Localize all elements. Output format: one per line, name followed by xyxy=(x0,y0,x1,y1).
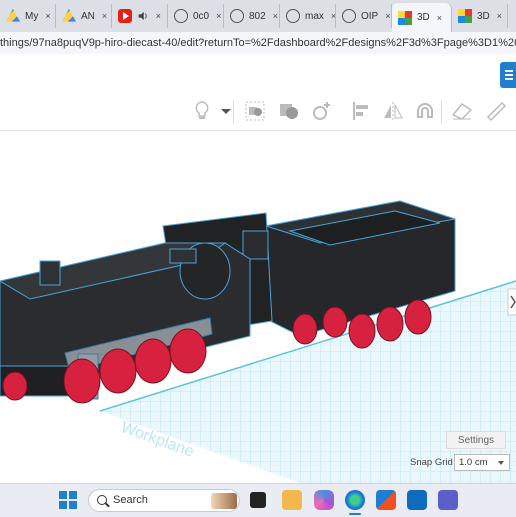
close-tab-icon[interactable]: × xyxy=(216,11,221,21)
edge-icon[interactable] xyxy=(345,490,365,510)
browser-tab-active[interactable]: 3D × xyxy=(392,3,452,32)
drive-icon xyxy=(6,9,20,22)
browser-tab-9[interactable]: 3D × xyxy=(452,4,508,28)
align-left-icon[interactable] xyxy=(349,99,373,123)
magnet-icon[interactable] xyxy=(413,99,437,123)
ungroup-icon[interactable] xyxy=(277,99,301,123)
align-icon[interactable] xyxy=(311,99,335,123)
url-text: things/97na8puqV9p-hiro-diecast-40/edit?… xyxy=(0,37,516,49)
address-bar[interactable]: things/97na8puqV9p-hiro-diecast-40/edit?… xyxy=(0,32,516,55)
view-cube-collapse-icon[interactable] xyxy=(507,288,516,316)
menu-button[interactable] xyxy=(500,62,516,88)
tinkercad-icon xyxy=(458,9,472,23)
speaker-icon[interactable] xyxy=(137,9,149,23)
tab-label: OIP xyxy=(361,10,379,22)
browser-tab-5[interactable]: 802 × xyxy=(224,4,280,28)
snap-grid-label: Snap Grid xyxy=(410,457,453,468)
mirror-icon[interactable] xyxy=(381,99,405,123)
tab-label: AN xyxy=(81,10,95,22)
globe-icon xyxy=(342,9,356,23)
globe-icon xyxy=(230,9,244,23)
browser-tab-3[interactable]: × xyxy=(112,4,168,28)
search-label: Search xyxy=(113,494,148,506)
close-tab-icon[interactable]: × xyxy=(156,11,161,21)
copilot-icon[interactable] xyxy=(314,490,334,510)
drive-icon xyxy=(62,9,76,22)
lightbulb-icon[interactable] xyxy=(190,99,214,123)
settings-button[interactable]: Settings xyxy=(446,431,506,449)
teams-icon[interactable] xyxy=(438,490,458,510)
browser-tab-bar: My × AN × × 0c0 × 802 × max × OIP × 3D ×… xyxy=(0,0,516,32)
browser-tab-2[interactable]: AN × xyxy=(56,4,112,28)
windows-start-icon[interactable] xyxy=(58,490,78,510)
group-icon[interactable] xyxy=(243,99,267,123)
globe-icon xyxy=(286,9,300,23)
youtube-icon xyxy=(118,9,132,23)
outlook-icon[interactable] xyxy=(407,490,427,510)
workplane-tool-icon[interactable] xyxy=(450,99,474,123)
close-tab-icon[interactable]: × xyxy=(385,11,390,21)
tab-label: 3D xyxy=(417,12,430,23)
active-app-indicator xyxy=(349,513,361,515)
tab-label: 802 xyxy=(249,10,266,22)
toolbar-divider xyxy=(233,100,234,124)
snap-grid-select[interactable]: 1.0 cm xyxy=(454,454,510,471)
toolbar-divider xyxy=(441,100,442,124)
file-explorer-icon[interactable] xyxy=(282,490,302,510)
globe-icon xyxy=(174,9,188,23)
taskbar-search[interactable]: Search xyxy=(88,489,240,512)
ruler-icon[interactable] xyxy=(484,99,508,123)
browser-tab-6[interactable]: max × xyxy=(280,4,336,28)
windows-taskbar: Search xyxy=(0,483,516,517)
close-tab-icon[interactable]: × xyxy=(102,11,107,21)
close-tab-icon[interactable]: × xyxy=(45,11,50,21)
tab-label: 0c0 xyxy=(193,10,210,22)
chevron-down-icon[interactable] xyxy=(214,99,231,123)
browser-tab-7[interactable]: OIP × xyxy=(336,4,392,28)
tinkercad-icon xyxy=(398,10,412,25)
task-view-icon[interactable] xyxy=(250,492,266,508)
browser-tab-4[interactable]: 0c0 × xyxy=(168,4,224,28)
search-icon xyxy=(97,495,107,505)
close-tab-icon[interactable]: × xyxy=(437,13,442,23)
3d-viewport[interactable]: Workplane xyxy=(0,131,516,483)
snap-grid-value: 1.0 cm xyxy=(459,457,488,468)
tab-label: max xyxy=(305,10,324,22)
tab-label: My xyxy=(25,10,39,22)
close-tab-icon[interactable]: × xyxy=(497,11,502,21)
close-tab-icon[interactable]: × xyxy=(273,11,278,21)
tab-label: 3D xyxy=(477,10,490,22)
browser-tab-1[interactable]: My × xyxy=(0,4,56,28)
app-header xyxy=(0,54,516,95)
store-icon[interactable] xyxy=(376,490,396,510)
search-highlight-image xyxy=(211,493,237,509)
editor-toolbar xyxy=(0,94,516,131)
